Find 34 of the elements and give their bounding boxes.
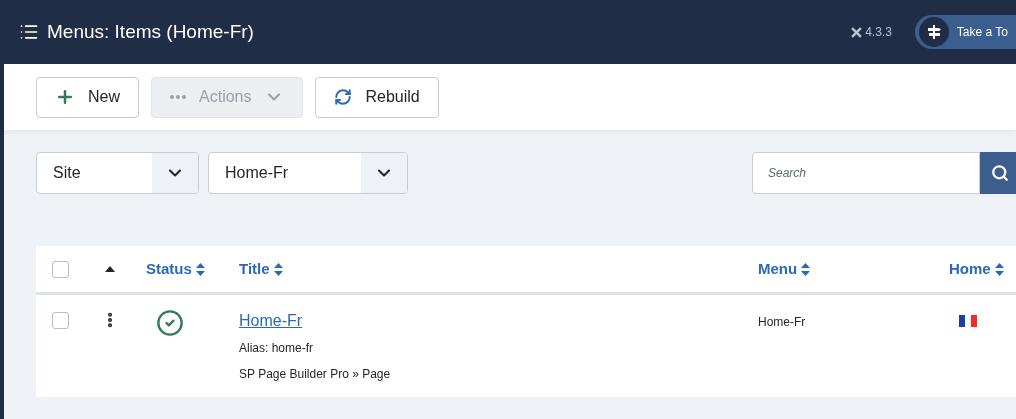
search-button[interactable] bbox=[980, 152, 1016, 194]
chevron-icon bbox=[361, 153, 407, 193]
search-icon bbox=[991, 164, 1009, 182]
search-field[interactable]: Search bbox=[752, 152, 980, 194]
ordering-icon[interactable] bbox=[105, 266, 115, 272]
row-checkbox[interactable] bbox=[52, 312, 69, 329]
version-label: 4.3.3 bbox=[865, 24, 892, 41]
item-title-link[interactable]: Home-Fr bbox=[239, 309, 303, 333]
menu-cell: Home-Fr bbox=[758, 315, 806, 329]
refresh-icon bbox=[334, 88, 353, 106]
rebuild-button[interactable]: Rebuild bbox=[315, 76, 439, 118]
sort-icon bbox=[195, 263, 205, 277]
french-flag-icon bbox=[959, 315, 977, 327]
column-header[interactable]: Title bbox=[239, 257, 283, 281]
plus-icon bbox=[55, 87, 75, 107]
signpost-icon bbox=[918, 17, 949, 47]
sort-icon bbox=[273, 263, 283, 277]
select-all-checkbox[interactable] bbox=[52, 260, 69, 278]
sort-icon bbox=[801, 263, 811, 277]
sort-icon bbox=[994, 263, 1004, 277]
take-tour-button[interactable]: Take a To bbox=[914, 15, 1016, 49]
item-type-text: SP Page Builder Pro » Page bbox=[239, 366, 392, 383]
filter-select[interactable]: Home-Fr bbox=[208, 152, 408, 194]
new-button[interactable]: New bbox=[36, 76, 139, 118]
column-header[interactable]: Menu bbox=[758, 257, 811, 281]
published-icon[interactable] bbox=[156, 309, 184, 337]
chevron-icon bbox=[152, 153, 198, 193]
menu-list-icon bbox=[19, 22, 39, 42]
column-header[interactable]: Status bbox=[146, 257, 205, 281]
column-header[interactable]: Home bbox=[949, 257, 1004, 281]
alias-text: Alias: home-fr bbox=[239, 340, 315, 357]
page-title: Menus: Items (Home-Fr) bbox=[47, 19, 254, 44]
ellipsis-icon bbox=[170, 95, 186, 99]
filter-select[interactable]: Site bbox=[36, 152, 199, 194]
